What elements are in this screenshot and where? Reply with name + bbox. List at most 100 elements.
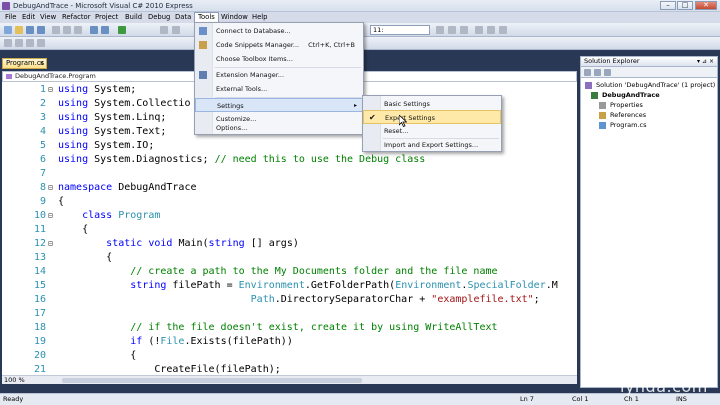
mouse-cursor-icon — [399, 115, 407, 127]
code-line[interactable]: 15 string filePath = Environment.GetFold… — [2, 279, 577, 293]
code-line[interactable]: 7 — [2, 167, 577, 181]
horizontal-scrollbar[interactable]: 100 % — [2, 375, 577, 384]
line-number: 4 — [39, 126, 46, 137]
code-text: using System.Diagnostics; // need this t… — [58, 153, 425, 167]
paste-icon[interactable] — [74, 26, 82, 34]
outdent-icon[interactable] — [15, 39, 23, 47]
panel-close-icon[interactable]: × — [709, 57, 714, 66]
tab-close-icon[interactable]: × — [39, 59, 44, 68]
outline-toggle-icon[interactable]: ⊟ — [48, 209, 56, 223]
code-line[interactable]: 19 if (!File.Exists(filePath)) — [2, 335, 577, 349]
show-all-files-icon[interactable] — [594, 69, 601, 76]
save-icon[interactable] — [26, 26, 34, 34]
code-text: Path.DirectorySeparatorChar + "examplefi… — [58, 293, 540, 307]
new-project-icon[interactable] — [4, 26, 12, 34]
code-line[interactable]: 14 // create a path to the My Documents … — [2, 265, 577, 279]
menu-item-expert-settings[interactable]: ✔ Expert Settings — [363, 110, 501, 124]
code-line[interactable]: 17 — [2, 307, 577, 321]
outline-toggle-icon[interactable]: ⊟ — [48, 83, 56, 97]
tree-node-program-cs[interactable]: Program.cs — [599, 120, 646, 130]
tree-node-references[interactable]: References — [599, 110, 646, 120]
menu-item-import-export[interactable]: Import and Export Settings... — [363, 138, 501, 152]
redo-icon[interactable] — [101, 26, 109, 34]
save-all-icon[interactable] — [37, 26, 45, 34]
class-dropdown[interactable]: DebugAndTrace.Program — [3, 72, 96, 81]
close-button[interactable]: ✕ — [695, 1, 717, 10]
solution-explorer-icon[interactable] — [487, 26, 495, 34]
menu-debug[interactable]: Debug — [145, 12, 173, 23]
code-line[interactable]: 8 ⊟ namespace DebugAndTrace — [2, 181, 577, 195]
menu-project[interactable]: Project — [92, 12, 121, 23]
start-debugging-icon[interactable] — [118, 26, 126, 34]
line-number: 19 — [33, 336, 46, 347]
menu-refactor[interactable]: Refactor — [59, 12, 94, 23]
menu-data[interactable]: Data — [172, 12, 194, 23]
parameter-info-icon[interactable] — [37, 39, 45, 47]
bookmark-icon[interactable] — [475, 26, 483, 34]
code-line[interactable]: 20 { — [2, 349, 577, 363]
tab-program-cs[interactable]: Program.cs × — [2, 58, 47, 69]
menu-build[interactable]: Build — [122, 12, 145, 23]
comment-icon[interactable] — [448, 26, 456, 34]
code-token: Environment — [395, 280, 462, 291]
extension-icon — [199, 71, 207, 79]
code-token: System.Linq; — [94, 112, 167, 123]
code-line[interactable]: 6 using System.Diagnostics; // need this … — [2, 153, 577, 167]
zoom-level[interactable]: 100 % — [4, 376, 25, 385]
menu-edit[interactable]: Edit — [19, 12, 38, 23]
code-line[interactable]: 9{ — [2, 195, 577, 209]
properties-button-icon[interactable] — [584, 69, 591, 76]
tree-node-properties[interactable]: Properties — [599, 100, 643, 110]
line-number: 5 — [39, 140, 46, 151]
minimize-button[interactable]: – — [660, 1, 676, 10]
toolbox-icon[interactable] — [172, 26, 180, 34]
maximize-button[interactable]: □ — [677, 1, 693, 10]
open-file-icon[interactable] — [15, 26, 23, 34]
menu-item-settings[interactable]: Settings ▸ — [195, 98, 363, 112]
tree-node-solution[interactable]: Solution 'DebugAndTrace' (1 project) — [585, 80, 715, 90]
code-text: using System.Text; — [58, 125, 166, 139]
code-line[interactable]: 12 ⊟ static void Main(string [] args) — [2, 237, 577, 251]
menu-item-reset[interactable]: Reset... — [363, 124, 501, 138]
cut-icon[interactable] — [52, 26, 60, 34]
menu-item-label: Extension Manager... — [216, 71, 285, 79]
indent-icon[interactable] — [4, 39, 12, 47]
code-line[interactable]: 21 CreateFile(filePath); — [2, 363, 577, 375]
refresh-icon[interactable] — [604, 69, 611, 76]
code-line[interactable]: 16 Path.DirectorySeparatorChar + "exampl… — [2, 293, 577, 307]
panel-title: Solution Explorer — [584, 57, 640, 65]
tree-node-project[interactable]: DebugAndTrace — [591, 90, 660, 100]
code-line[interactable]: 18 // if the file doesn't exist, create … — [2, 321, 577, 335]
menu-item-connect-database[interactable]: Connect to Database... — [195, 24, 363, 38]
scroll-thumb[interactable] — [62, 378, 362, 383]
code-token: // if the file doesn't exist, create it … — [130, 322, 498, 333]
format-icon[interactable] — [436, 26, 444, 34]
undo-icon[interactable] — [90, 26, 98, 34]
code-line[interactable]: 11 { — [2, 223, 577, 237]
code-token: .Exists(filePath)) — [184, 336, 293, 347]
line-number: 16 — [33, 294, 46, 305]
outline-toggle-icon[interactable]: ⊟ — [48, 181, 56, 195]
menu-item-extension-manager[interactable]: Extension Manager... — [195, 68, 363, 82]
menu-file[interactable]: File — [2, 12, 19, 23]
outline-toggle-icon[interactable]: ⊟ — [48, 237, 56, 251]
menu-item-options[interactable]: Options... — [195, 122, 363, 135]
menu-view[interactable]: View — [37, 12, 59, 23]
properties-window-icon[interactable] — [499, 26, 507, 34]
code-text: // if the file doesn't exist, create it … — [58, 321, 498, 335]
code-text: { — [58, 251, 112, 265]
pin-icon[interactable]: ▾ ⊿ — [697, 57, 707, 66]
find-icon[interactable] — [160, 26, 168, 34]
menu-item-external-tools[interactable]: External Tools... — [195, 82, 363, 96]
toolbar-combo[interactable]: 11: — [370, 25, 430, 35]
code-line[interactable]: 13 { — [2, 251, 577, 265]
code-line[interactable]: 10 ⊟ class Program — [2, 209, 577, 223]
list-members-icon[interactable] — [26, 39, 34, 47]
menu-item-code-snippets[interactable]: Code Snippets Manager... Ctrl+K, Ctrl+B — [195, 38, 363, 52]
uncomment-icon[interactable] — [460, 26, 468, 34]
copy-icon[interactable] — [63, 26, 71, 34]
menu-item-choose-toolbox[interactable]: Choose Toolbox Items... — [195, 52, 363, 66]
code-token: filePath = — [172, 280, 239, 291]
menu-item-basic-settings[interactable]: Basic Settings — [363, 97, 501, 111]
